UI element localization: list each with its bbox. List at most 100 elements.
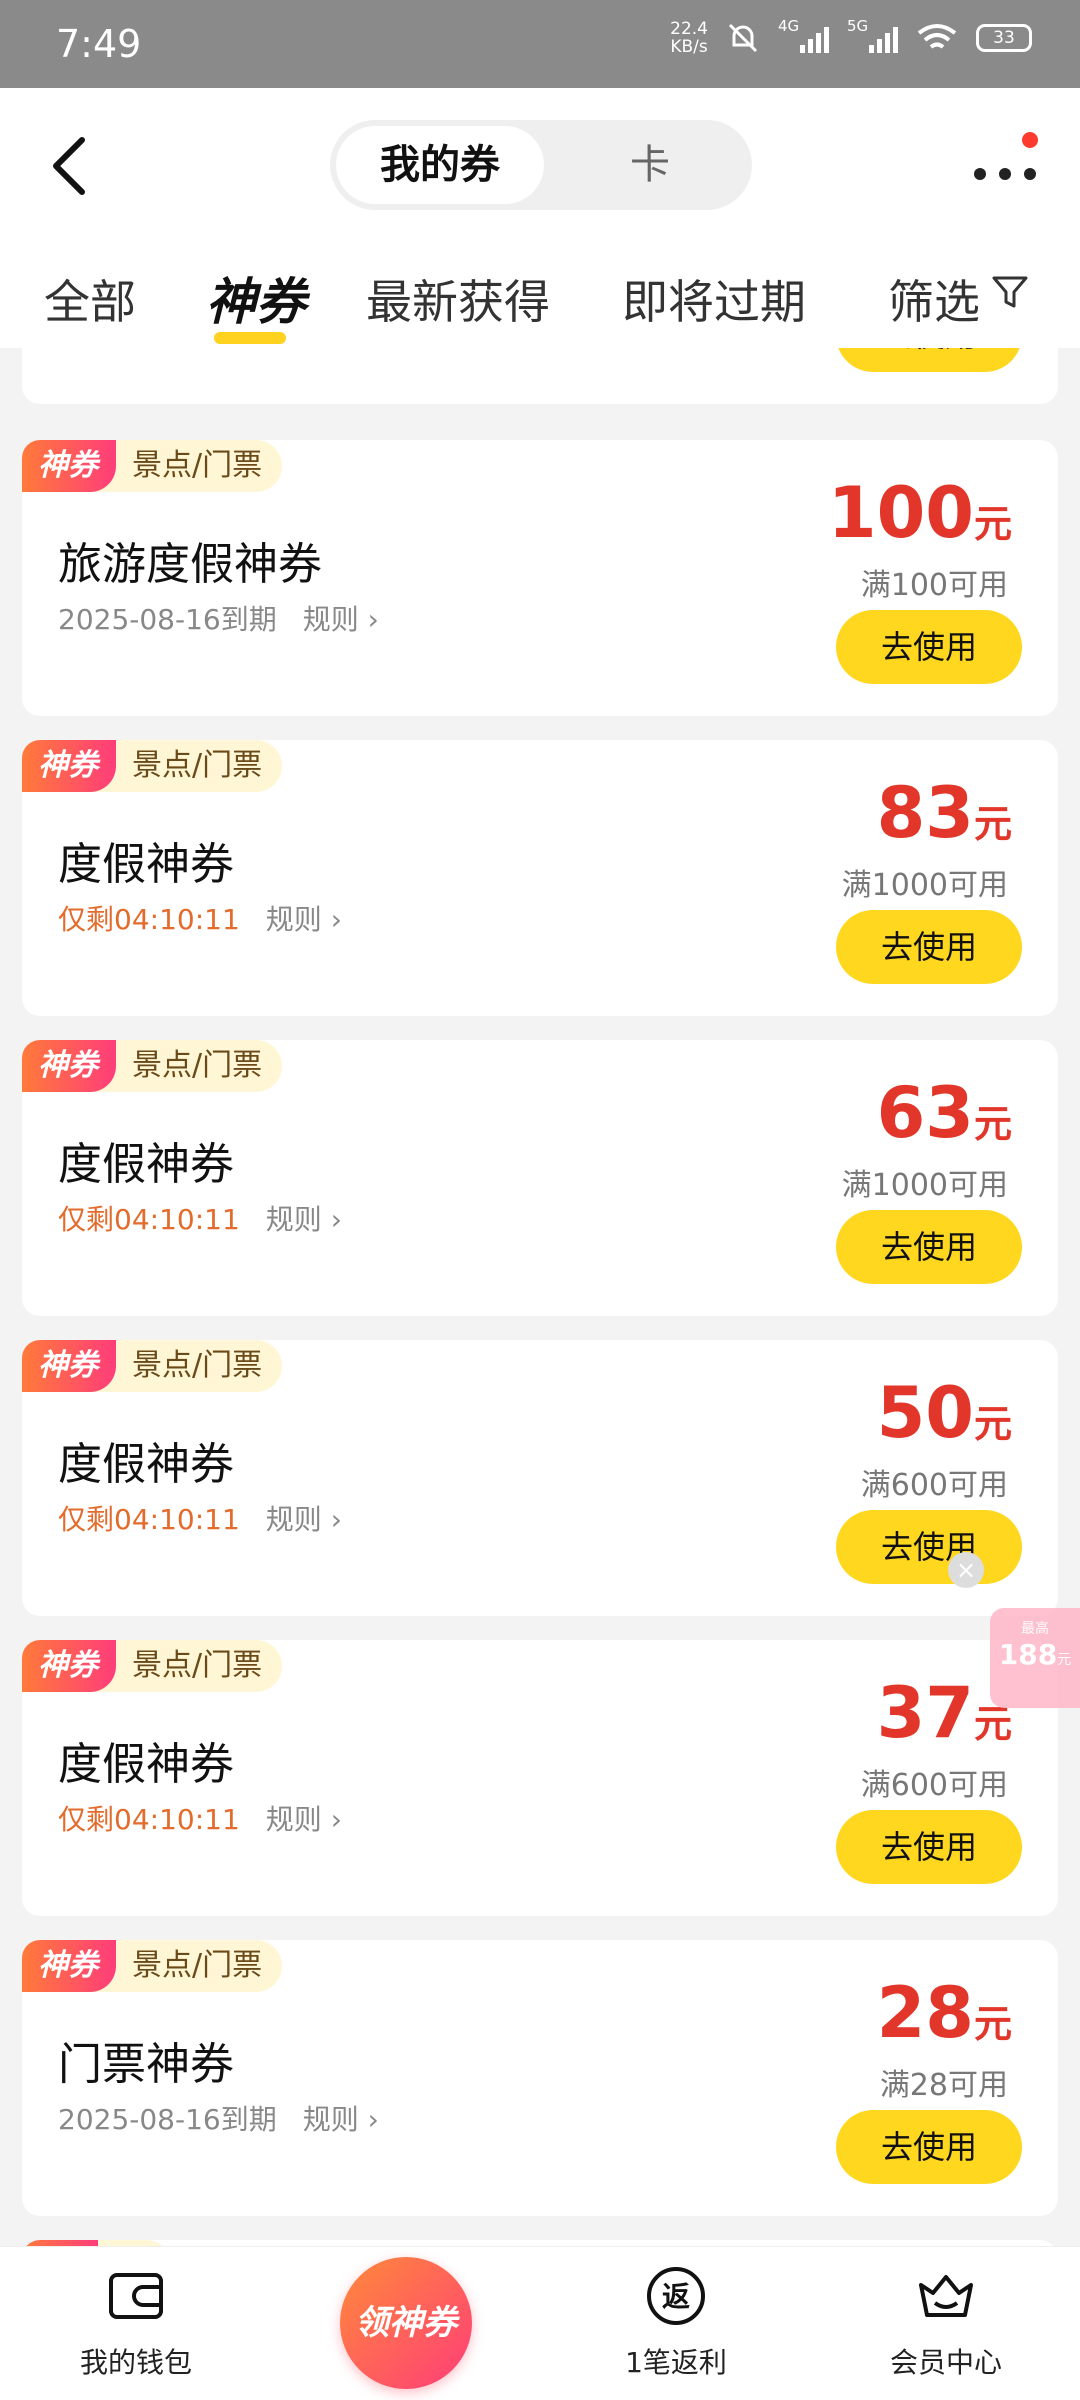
coupon-meta: 仅剩04:10:11 规则 › xyxy=(58,1498,342,1538)
coupon-condition: 满600可用 xyxy=(860,1468,1008,1503)
coupon-badge: 神券 景点/门票 xyxy=(22,740,283,792)
coupon-expiry: 2025-08-16到期 xyxy=(58,2103,277,2136)
badge-shen: 神券 xyxy=(22,1340,116,1392)
network-2-label: 5G xyxy=(847,17,869,35)
rule-label: 规则 xyxy=(265,1803,322,1836)
rebate-icon: 返 xyxy=(647,2267,705,2325)
amount-unit: 元 xyxy=(973,502,1012,546)
rule-link[interactable]: 规则 › xyxy=(303,598,379,638)
filter-tabs: 全部 神券 最新获得 即将过期 筛选 xyxy=(0,256,1080,344)
amount-value: 63 xyxy=(876,1072,974,1154)
use-button-partial[interactable]: 去使用 xyxy=(836,348,1022,372)
coupon-badge: 神券 景点/门票 xyxy=(22,1040,283,1092)
network-1-label: 4G xyxy=(778,17,800,35)
status-time: 7:49 xyxy=(56,22,142,66)
more-menu-button[interactable] xyxy=(970,152,1040,192)
promo-close-icon[interactable]: × xyxy=(948,1552,984,1588)
coupon-badge: 神券 景点/门票 xyxy=(22,440,283,492)
coupon-title: 度假神券 xyxy=(58,839,234,890)
bottom-nav: 我的钱包 领神券 返 1笔返利 会员中心 xyxy=(0,2246,1080,2400)
chevron-right-icon: › xyxy=(367,603,379,636)
promo-amount: 188元 xyxy=(990,1638,1080,1671)
signal-4g-icon: 4G xyxy=(778,17,829,53)
filter-expiring[interactable]: 即将过期 xyxy=(622,266,806,332)
badge-category: 景点/门票 xyxy=(90,1640,283,1692)
amount-unit: 元 xyxy=(973,1702,1012,1746)
crown-basket-icon xyxy=(919,2275,973,2317)
coupon-condition: 满600可用 xyxy=(860,1768,1008,1803)
floating-promo[interactable]: 最高 188元 xyxy=(990,1608,1080,1708)
coupon-title: 度假神券 xyxy=(58,1439,234,1490)
use-button[interactable]: 去使用 xyxy=(836,910,1022,984)
amount-value: 37 xyxy=(876,1672,974,1754)
badge-shen xyxy=(22,2240,98,2246)
badge-shen: 神券 xyxy=(22,440,116,492)
amount-value: 28 xyxy=(876,1972,974,2054)
badge-category: 景点/门票 xyxy=(90,1040,283,1092)
rule-link[interactable]: 规则 › xyxy=(266,898,342,938)
coupon-countdown: 仅剩04:10:11 xyxy=(58,903,240,936)
back-arrow-icon[interactable] xyxy=(40,130,100,202)
get-coupon-button[interactable]: 领神券 xyxy=(340,2257,472,2389)
nav-member-center[interactable]: 会员中心 xyxy=(846,2263,1046,2393)
coupon-card[interactable]: 神券 景点/门票 旅游度假神券 2025-08-16到期 规则 › 100元 满… xyxy=(22,440,1058,716)
wifi-icon xyxy=(917,24,957,49)
filter-all[interactable]: 全部 xyxy=(44,266,136,332)
coupon-amount: 50元 xyxy=(877,1372,1012,1454)
rule-link[interactable]: 规则 › xyxy=(266,1198,342,1238)
amount-unit: 元 xyxy=(973,1102,1012,1146)
coupon-card[interactable]: 神券 景点/门票 度假神券 仅剩04:10:11 规则 › 50元 满600可用… xyxy=(22,1340,1058,1616)
coupon-amount: 28元 xyxy=(877,1972,1012,2054)
tab-cards[interactable]: 卡 xyxy=(560,126,740,204)
use-button[interactable]: 去使用 xyxy=(836,1510,1022,1584)
svg-text:返: 返 xyxy=(662,2280,690,2313)
coupon-card[interactable]: 神券 景点/门票 度假神券 仅剩04:10:11 规则 › 37元 满600可用… xyxy=(22,1640,1058,1916)
battery-icon: 33 xyxy=(976,24,1032,52)
promo-value: 188 xyxy=(998,1638,1058,1671)
nav-wallet[interactable]: 我的钱包 xyxy=(36,2263,236,2393)
coupon-card-switch: 我的券 卡 xyxy=(330,120,752,210)
amount-unit: 元 xyxy=(973,802,1012,846)
filter-latest[interactable]: 最新获得 xyxy=(366,266,550,332)
chevron-right-icon: › xyxy=(330,1203,342,1236)
header: 我的券 卡 全部 神券 最新获得 即将过期 筛选 xyxy=(0,88,1080,348)
signal-5g-icon: 5G xyxy=(847,17,898,53)
nav-wallet-label: 我的钱包 xyxy=(79,2346,192,2379)
coupon-meta: 仅剩04:10:11 规则 › xyxy=(58,898,342,938)
chevron-right-icon: › xyxy=(330,1803,342,1836)
badge-category: 景点/门票 xyxy=(90,740,283,792)
nav-rebate[interactable]: 返 1笔返利 xyxy=(576,2263,776,2393)
filter-screen[interactable]: 筛选 xyxy=(888,266,980,332)
use-button[interactable]: 去使用 xyxy=(836,2110,1022,2184)
notification-dot xyxy=(1022,132,1038,148)
coupon-condition: 满100可用 xyxy=(860,568,1008,603)
coupon-card[interactable]: 神券 景点/门票 门票神券 2025-08-16到期 规则 › 28元 满28可… xyxy=(22,1940,1058,2216)
chevron-right-icon: › xyxy=(330,1503,342,1536)
coupon-title: 度假神券 xyxy=(58,1139,234,1190)
use-button[interactable]: 去使用 xyxy=(836,610,1022,684)
rule-link[interactable]: 规则 › xyxy=(266,1798,342,1838)
rule-link[interactable]: 规则 › xyxy=(303,2098,379,2138)
funnel-icon[interactable] xyxy=(990,272,1030,312)
badge-category: 景点/门票 xyxy=(90,1340,283,1392)
nav-member-label: 会员中心 xyxy=(889,2346,1002,2379)
rule-label: 规则 xyxy=(265,1203,322,1236)
amount-value: 83 xyxy=(876,772,974,854)
filter-shen-coupon[interactable]: 神券 xyxy=(206,262,306,334)
coupon-amount: 83元 xyxy=(877,772,1012,854)
badge-shen: 神券 xyxy=(22,1940,116,1992)
amount-unit: 元 xyxy=(973,2002,1012,2046)
rule-label: 规则 xyxy=(265,1503,322,1536)
tab-my-coupons[interactable]: 我的券 xyxy=(336,126,544,204)
rule-link[interactable]: 规则 › xyxy=(266,1498,342,1538)
coupon-card[interactable]: 神券 景点/门票 度假神券 仅剩04:10:11 规则 › 83元 满1000可… xyxy=(22,740,1058,1016)
use-button[interactable]: 去使用 xyxy=(836,1810,1022,1884)
coupon-meta: 2025-08-16到期 规则 › xyxy=(58,598,379,638)
network-speed-value: 22.4 xyxy=(670,19,708,39)
promo-label: 最高 xyxy=(1021,1621,1049,1637)
coupon-card[interactable]: 神券 景点/门票 度假神券 仅剩04:10:11 规则 › 63元 满1000可… xyxy=(22,1040,1058,1316)
coupon-meta: 2025-08-16到期 规则 › xyxy=(58,2098,379,2138)
amount-value: 50 xyxy=(876,1372,974,1454)
coupon-title: 度假神券 xyxy=(58,1739,234,1790)
use-button[interactable]: 去使用 xyxy=(836,1210,1022,1284)
